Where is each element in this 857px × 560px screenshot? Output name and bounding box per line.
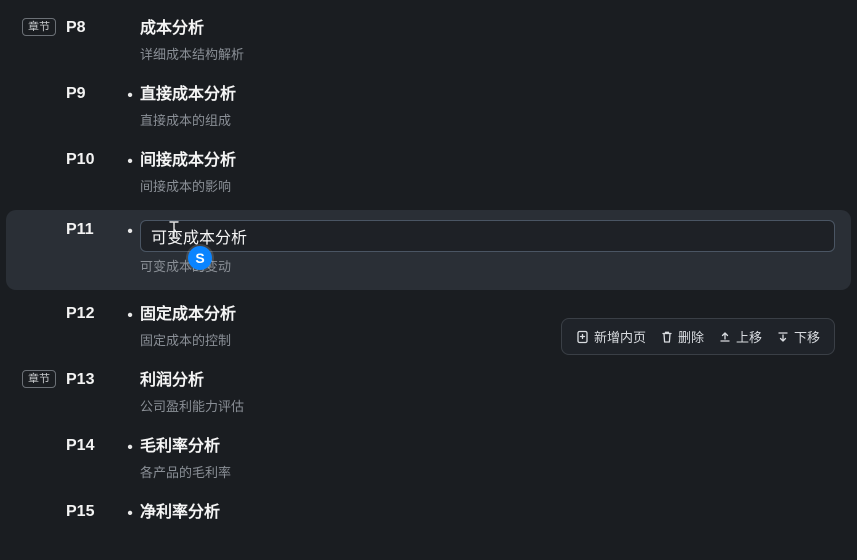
bullet: • bbox=[120, 502, 140, 524]
outline-row[interactable]: P15 • 净利率分析 bbox=[0, 492, 857, 534]
outline-row[interactable]: P14 • 毛利率分析 各产品的毛利率 bbox=[0, 426, 857, 492]
delete-button[interactable]: 删除 bbox=[660, 327, 704, 346]
row-subtitle: 公司盈利能力评估 bbox=[140, 398, 835, 416]
add-page-icon bbox=[576, 330, 590, 344]
outline-row[interactable]: 章节 P8 成本分析 详细成本结构解析 bbox=[0, 8, 857, 74]
badge-col: 章节 bbox=[22, 370, 66, 388]
move-up-label: 上移 bbox=[736, 327, 762, 346]
row-title: 毛利率分析 bbox=[140, 436, 835, 458]
row-content: 成本分析 详细成本结构解析 bbox=[140, 18, 835, 64]
row-subtitle: 详细成本结构解析 bbox=[140, 46, 835, 64]
page-label: P8 bbox=[66, 18, 120, 37]
add-page-button[interactable]: 新增内页 bbox=[576, 327, 646, 346]
move-down-icon bbox=[776, 330, 790, 344]
row-title: 净利率分析 bbox=[140, 502, 835, 524]
row-content: 毛利率分析 各产品的毛利率 bbox=[140, 436, 835, 482]
page-label: P11 bbox=[66, 220, 120, 239]
row-subtitle: 间接成本的影响 bbox=[140, 178, 835, 196]
row-title: 直接成本分析 bbox=[140, 84, 835, 106]
row-title-input[interactable] bbox=[140, 220, 835, 252]
outline-row[interactable]: P9 • 直接成本分析 直接成本的组成 bbox=[0, 74, 857, 140]
move-up-icon bbox=[718, 330, 732, 344]
bullet bbox=[120, 18, 140, 20]
row-content: 直接成本分析 直接成本的组成 bbox=[140, 84, 835, 130]
move-down-label: 下移 bbox=[794, 327, 820, 346]
page-label: P15 bbox=[66, 502, 120, 521]
outline-row[interactable]: P10 • 间接成本分析 间接成本的影响 bbox=[0, 140, 857, 206]
move-up-button[interactable]: 上移 bbox=[718, 327, 762, 346]
row-title: 间接成本分析 bbox=[140, 150, 835, 172]
row-title: 成本分析 bbox=[140, 18, 835, 40]
bullet: • bbox=[120, 220, 140, 242]
row-subtitle: 直接成本的组成 bbox=[140, 112, 835, 130]
row-content: 间接成本分析 间接成本的影响 bbox=[140, 150, 835, 196]
add-page-label: 新增内页 bbox=[594, 327, 646, 346]
bullet: • bbox=[120, 84, 140, 106]
bullet: • bbox=[120, 304, 140, 326]
row-content: 可变成本的变动 bbox=[140, 220, 835, 276]
page-label: P13 bbox=[66, 370, 120, 389]
bullet bbox=[120, 370, 140, 372]
move-down-button[interactable]: 下移 bbox=[776, 327, 820, 346]
outline-row[interactable]: 章节 P13 利润分析 公司盈利能力评估 bbox=[0, 360, 857, 426]
page-label: P10 bbox=[66, 150, 120, 169]
row-subtitle: 各产品的毛利率 bbox=[140, 464, 835, 482]
trash-icon bbox=[660, 330, 674, 344]
delete-label: 删除 bbox=[678, 327, 704, 346]
badge-col: 章节 bbox=[22, 18, 66, 36]
row-content: 净利率分析 bbox=[140, 502, 835, 524]
row-toolbar: 新增内页 删除 上移 下移 bbox=[561, 318, 835, 355]
chapter-badge: 章节 bbox=[22, 18, 56, 36]
page-label: P9 bbox=[66, 84, 120, 103]
bullet: • bbox=[120, 436, 140, 458]
row-subtitle: 可变成本的变动 bbox=[140, 258, 835, 276]
row-content: 利润分析 公司盈利能力评估 bbox=[140, 370, 835, 416]
page-label: P14 bbox=[66, 436, 120, 455]
page-label: P12 bbox=[66, 304, 120, 323]
bullet: • bbox=[120, 150, 140, 172]
outline-list: 章节 P8 成本分析 详细成本结构解析 P9 • 直接成本分析 直接成本的组成 … bbox=[0, 0, 857, 534]
row-title: 利润分析 bbox=[140, 370, 835, 392]
chapter-badge: 章节 bbox=[22, 370, 56, 388]
outline-row-selected[interactable]: P11 • 可变成本的变动 S bbox=[6, 210, 851, 290]
